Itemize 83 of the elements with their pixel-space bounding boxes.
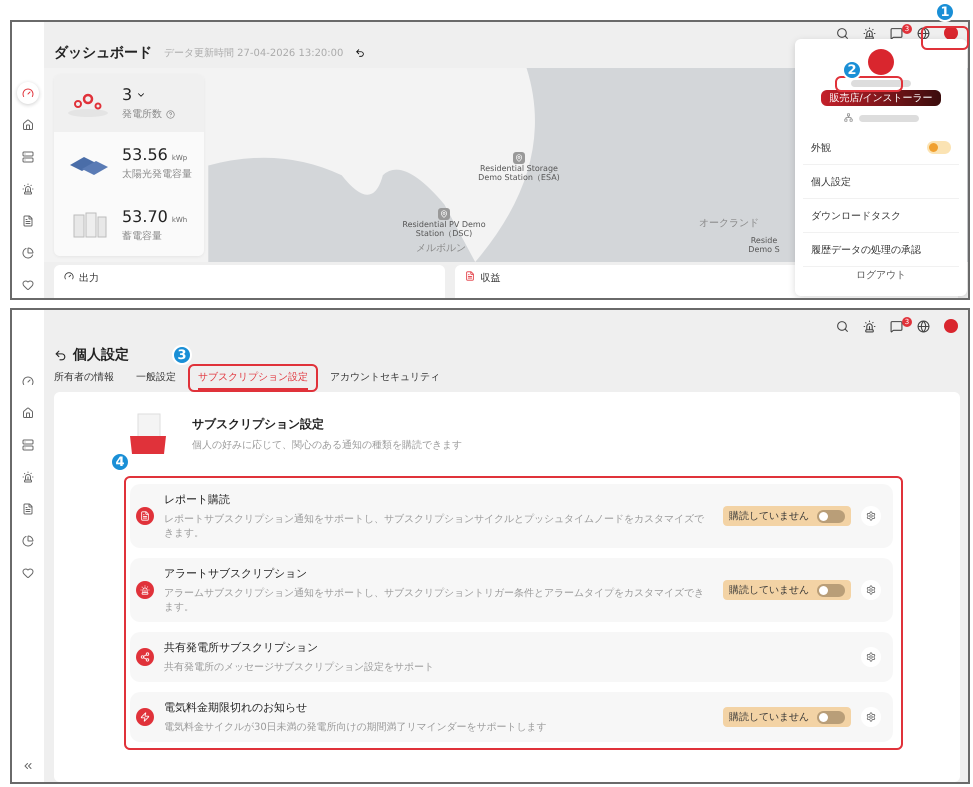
map-label: Reside Demo S xyxy=(747,236,781,254)
stat-value: 3 xyxy=(122,85,132,104)
gauge-icon xyxy=(64,271,74,281)
help-icon[interactable] xyxy=(166,110,175,118)
subscription-title: 電気料金期限切れのお知らせ xyxy=(164,700,308,715)
gear-icon xyxy=(866,652,876,662)
search-icon[interactable] xyxy=(836,320,849,332)
update-time: データ更新時間 27-04-2026 13:20:00 xyxy=(164,46,344,60)
subscription-description: 電気料金サイクルが30日未満の発電所向けの期間満了リマインダーをサポートします xyxy=(164,720,548,734)
station-pin-icon[interactable] xyxy=(513,152,525,164)
role-tag: 販売店/インストーラー xyxy=(821,90,941,106)
subscription-description: 共有発電所のメッセージサブスクリプション設定をサポート xyxy=(164,660,435,674)
org-icon xyxy=(844,113,852,122)
subscription-title: 共有発電所サブスクリプション xyxy=(164,640,319,655)
card-title: 収益 xyxy=(480,272,500,285)
back-icon[interactable] xyxy=(54,348,67,362)
settings-button[interactable] xyxy=(861,647,881,667)
subscription-title: アラートサブスクリプション xyxy=(164,566,308,581)
share-icon xyxy=(136,648,154,666)
avatar xyxy=(868,49,894,75)
section-description: 個人の好みに応じて、関心のある通知の種類を購読できます xyxy=(192,438,462,452)
status-label: 購読していません xyxy=(729,710,809,724)
menu-label: 外観 xyxy=(811,142,831,154)
page-title: ダッシュボード xyxy=(54,44,152,62)
section-title: サブスクリプション設定 xyxy=(192,416,325,433)
redacted-org xyxy=(858,115,918,122)
nav-icon[interactable] xyxy=(17,82,39,104)
menu-label: 個人設定 xyxy=(811,176,851,188)
stat-label: 蓄電容量 xyxy=(122,230,162,243)
globe-icon[interactable] xyxy=(917,320,930,332)
subscription-toggle[interactable] xyxy=(817,710,845,724)
status-label: 購読していません xyxy=(729,584,809,597)
redacted-name[interactable] xyxy=(851,80,911,87)
settings-button[interactable] xyxy=(861,580,881,600)
menu-label: ダウンロードタスク xyxy=(811,210,901,222)
subscription-description: レポートサブスクリプション通知をサポートし、サブスクリプションサイクルとプッシュタイムノードをカスタマイズできます。 xyxy=(164,512,705,540)
message-icon[interactable] xyxy=(890,26,903,40)
menu-item[interactable]: 履歴データの処理の承認 xyxy=(803,233,959,267)
stat-label: 太陽光発電容量 xyxy=(122,168,192,181)
tab[interactable]: サブスクリプション設定 xyxy=(198,370,308,390)
avatar[interactable] xyxy=(944,319,958,333)
tab[interactable]: 所有者の情報 xyxy=(54,370,114,390)
map-label: オークランド xyxy=(699,218,759,230)
map-label: Residential Storage Demo Station（ESA) xyxy=(477,164,561,182)
status-label: 購読していません xyxy=(729,510,809,523)
subscription-title: レポート購読 xyxy=(164,492,231,507)
map-label: メルボルン xyxy=(416,243,466,254)
search-icon[interactable] xyxy=(836,26,849,40)
logout-link[interactable]: ログアウト xyxy=(856,268,906,290)
document-icon xyxy=(465,271,476,281)
gear-icon xyxy=(866,511,876,521)
refresh-icon[interactable] xyxy=(355,48,366,58)
collapse-icon[interactable] xyxy=(22,760,34,772)
map-label: Residential PV Demo Station（DSC) xyxy=(401,220,487,238)
settings-button[interactable] xyxy=(861,707,881,727)
card-title: 出力 xyxy=(79,272,99,285)
stat-label: 発電所数 xyxy=(122,108,162,121)
tab[interactable]: アカウントセキュリティ xyxy=(330,370,440,390)
menu-item[interactable]: ダウンロードタスク xyxy=(803,199,959,233)
menu-item[interactable]: 外観 xyxy=(803,131,959,165)
settings-button[interactable] xyxy=(861,506,881,526)
step-marker: 1 xyxy=(935,2,955,22)
tab[interactable]: 一般設定 xyxy=(136,370,176,390)
menu-label: 履歴データの処理の承認 xyxy=(811,244,921,256)
menu-item[interactable]: 個人設定 xyxy=(803,165,959,199)
alarm-icon[interactable] xyxy=(863,26,876,40)
gear-icon xyxy=(866,712,876,722)
subscription-toggle[interactable] xyxy=(817,510,845,522)
gear-icon xyxy=(866,585,876,595)
alarm-icon[interactable] xyxy=(863,320,876,332)
stat-value: 53.70 xyxy=(122,207,168,226)
stat-value: 53.56 xyxy=(122,145,168,164)
subscription-description: アラームサブスクリプション通知をサポートし、サブスクリプショントリガー条件とアラームタイプをカスタマイズできます。 xyxy=(164,586,705,614)
theme-toggle[interactable] xyxy=(927,141,951,154)
globe-icon[interactable] xyxy=(917,26,930,40)
message-icon[interactable] xyxy=(890,320,903,332)
power-icon xyxy=(136,708,154,726)
report-icon xyxy=(136,507,154,525)
alert-icon xyxy=(136,581,154,599)
highlight-outline xyxy=(921,26,969,50)
page-title: 個人設定 xyxy=(73,346,129,364)
subscription-toggle[interactable] xyxy=(817,584,845,596)
station-pin-icon[interactable] xyxy=(438,208,450,220)
